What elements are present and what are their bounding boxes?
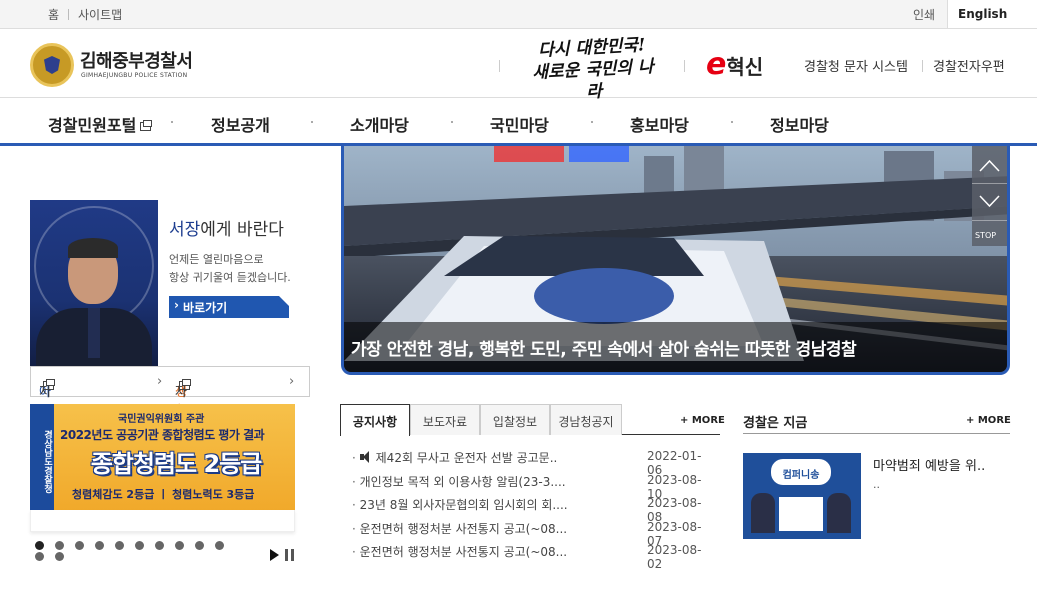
notice-tabs: 공지사항 보도자료 입찰정보 경남청공지 [340,404,720,436]
einno-label: 혁신 [726,55,764,79]
banner-pagination [35,541,235,565]
email-link[interactable]: 경찰전자우편 [933,56,1005,75]
chevron-right-icon[interactable]: › [289,374,294,389]
hero-caption: 가장 안전한 경남, 행복한 도민, 주민 속에서 살아 숨쉬는 따뜻한 경남경… [344,322,1007,372]
notice-more-link[interactable]: + MORE [680,415,725,426]
banner-headline: 종합청렴도 2등급 [90,450,263,478]
notice-title[interactable]: 제42회 무사고 운전자 선발 공고문.. [352,449,567,466]
notice-title[interactable]: 개인정보 목적 외 이용사항 알림(23-3.... [352,473,567,490]
divider [684,60,685,72]
pagination-dot[interactable] [75,541,84,550]
pagination-dot[interactable] [135,541,144,550]
e-innovation-logo[interactable]: e혁신 [706,47,763,82]
play-icon[interactable] [270,549,279,561]
thumb-label: 컴퍼니송 [771,459,831,485]
new-window-icon [43,379,55,390]
home-link[interactable]: 홈 [48,6,59,23]
nav-item-label: 경찰민원포털 [48,116,137,135]
notice-date: 2023-08-02 [647,543,702,571]
nav-item-civil-portal[interactable]: 경찰민원포털 [48,112,153,136]
banner-line1: 국민권익위원회 주관 [118,414,205,425]
police-now-title: 경찰은 지금 [743,416,808,431]
police-now-item-summary: .. [873,478,880,491]
new-window-icon [179,379,191,390]
pagination-dot[interactable] [55,541,64,550]
chevron-up-icon[interactable] [977,154,1002,179]
tab-provincial-notice[interactable]: 경남청공지 [550,404,622,435]
notice-row[interactable]: 개인정보 목적 외 이용사항 알림(23-3....2023-08-10 [342,471,714,501]
chief-photo [30,200,158,366]
site-subtitle: GIMHAEJUNGBU POLICE STATION [81,72,188,79]
pagination-dot[interactable] [55,552,64,561]
tab-bid[interactable]: 입찰정보 [480,404,550,435]
sms-system-link[interactable]: 경찰청 문자 시스템 [804,56,908,75]
banner-org-tab: 경상남도경찰청 [30,404,54,510]
chevron-right-icon[interactable]: › [157,374,162,389]
nav-divider [451,121,453,123]
top-utility-bar: 홈 사이트맵 인쇄 English [0,0,1037,29]
pagination-dot[interactable] [175,541,184,550]
police-now-item-title[interactable]: 마약범죄 예방을 위.. [873,455,985,474]
pagination-dot[interactable] [195,541,204,550]
nav-divider [171,121,173,123]
banner-frame [30,510,295,532]
quick-links: 아동안전 지킴이 › 생활치안 자료실 › [30,366,310,457]
police-emblem-icon[interactable] [30,43,74,87]
chevron-down-icon[interactable] [977,188,1002,213]
police-now-more-link[interactable]: + MORE [966,415,1011,426]
notice-title[interactable]: 운전면허 행정처분 사전통지 공고(~08.... [352,543,567,560]
site-header: 김해중부경찰서 GIMHAEJUNGBU POLICE STATION 다시 대… [0,29,1037,102]
divider [743,433,1010,434]
nav-divider [591,121,593,123]
notice-title[interactable]: 23년 8월 외사자문협의회 임시회의 회.... [352,496,567,513]
new-window-icon [140,120,153,131]
banner-line4: 청렴체감도 2등급 ㅣ 청렴노력도 3등급 [72,488,255,501]
notice-row[interactable]: 운전면허 행정처분 사전통지 공고(~08....2023-08-07 [342,518,714,548]
notice-row[interactable]: 운전면허 행정처분 사전통지 공고(~08.... 2023-08-02 [342,541,714,571]
main-navigation: 경찰민원포털 정보공개 소개마당 국민마당 홍보마당 정보마당 [0,98,1037,146]
divider [922,60,923,72]
nav-item-pr[interactable]: 홍보마당 [630,112,689,136]
stop-button[interactable]: STOP [975,231,996,240]
notice-row[interactable]: 제42회 무사고 운전자 선발 공고문..2022-01-06 [342,447,714,477]
pagination-dot[interactable] [155,541,164,550]
tab-notice[interactable]: 공지사항 [340,404,410,436]
speaker-icon [359,451,374,463]
pagination-dot[interactable] [35,552,44,561]
site-title[interactable]: 김해중부경찰서 [80,47,193,73]
chief-goto-button[interactable]: 바로가기 [169,296,289,318]
pagination-dot[interactable] [95,541,104,550]
divider [499,60,500,72]
pagination-dot[interactable] [215,541,224,550]
chief-section-title: 서장에게 바란다 [169,220,284,240]
chief-message: 언제든 열린마음으로 항상 귀기울여 듣겠습니다. [169,253,291,284]
pause-icon[interactable] [285,549,294,561]
pagination-dot[interactable] [115,541,124,550]
nav-item-citizen[interactable]: 국민마당 [490,112,549,136]
hero-controls: STOP [972,146,1007,246]
hero-slider: 가장 안전한 경남, 행복한 도민, 주민 속에서 살아 숨쉬는 따뜻한 경남경… [341,146,1010,375]
nav-item-info[interactable]: 정보마당 [770,112,829,136]
nav-item-intro[interactable]: 소개마당 [350,112,409,136]
english-link[interactable]: English [947,0,1037,28]
notice-row[interactable]: 23년 8월 외사자문협의회 임시회의 회....2023-08-08 [342,494,714,524]
pagination-dot[interactable] [35,541,44,550]
tab-press[interactable]: 보도자료 [410,404,480,435]
divider [68,9,69,20]
nav-divider [311,121,313,123]
police-now-thumbnail[interactable]: 컴퍼니송 [743,453,861,539]
integrity-banner[interactable]: 경상남도경찰청 국민권익위원회 주관 2022년도 공공기관 종합청렴도 평가 … [30,404,295,510]
sitemap-link[interactable]: 사이트맵 [78,6,122,23]
notice-title[interactable]: 운전면허 행정처분 사전통지 공고(~08.... [352,520,567,537]
print-link[interactable]: 인쇄 [913,6,935,23]
government-slogan: 다시 대한민국! 새로운 국민의 나라 [526,34,659,107]
nav-divider [731,121,733,123]
banner-line2: 2022년도 공공기관 종합청렴도 평가 결과 [60,428,265,442]
nav-item-info-disclosure[interactable]: 정보공개 [211,112,270,136]
e-logo-letter: e [706,47,727,82]
